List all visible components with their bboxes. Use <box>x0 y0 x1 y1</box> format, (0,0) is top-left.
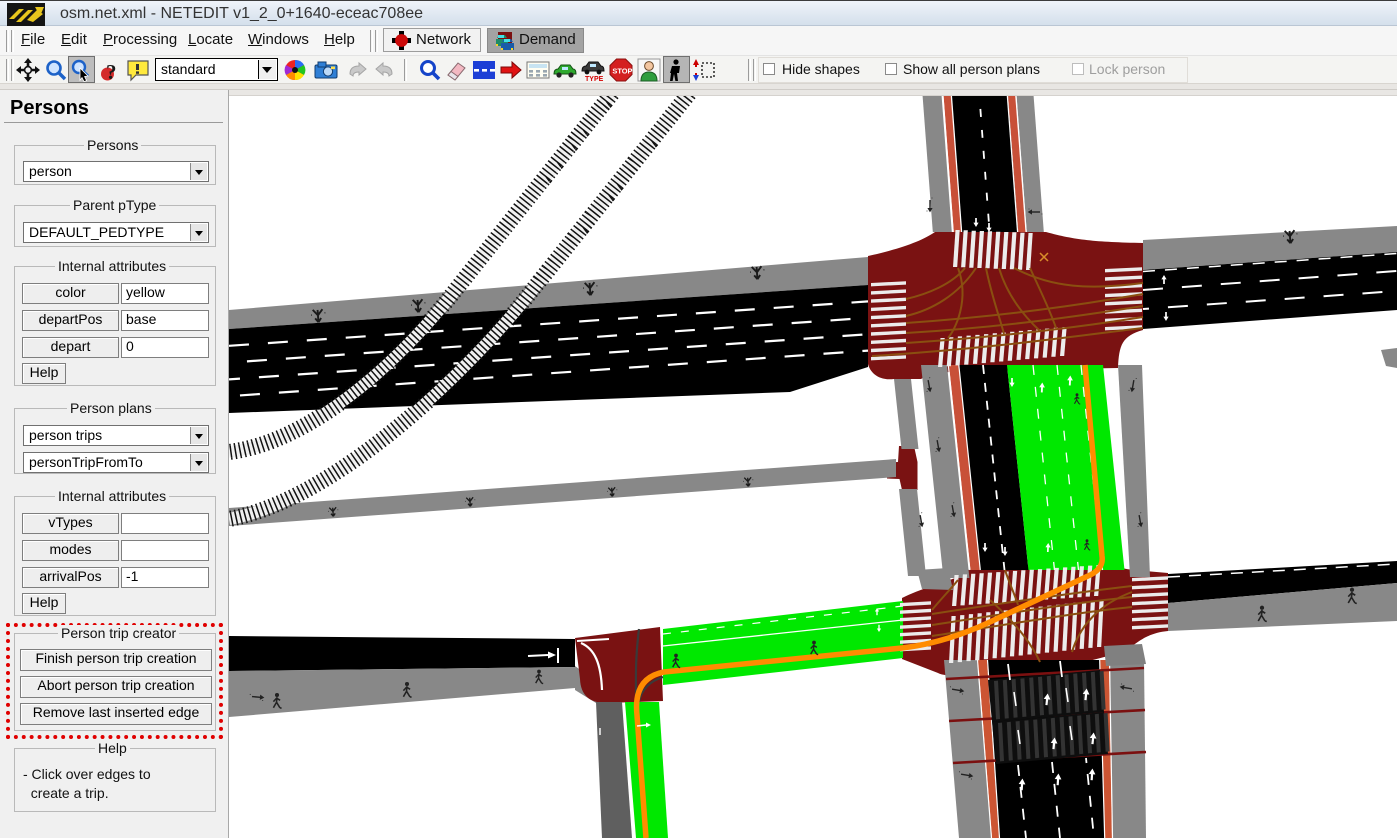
svg-text:TYPE: TYPE <box>585 76 604 82</box>
svg-text:STOP: STOP <box>612 66 632 75</box>
svg-text:?: ? <box>106 60 117 82</box>
